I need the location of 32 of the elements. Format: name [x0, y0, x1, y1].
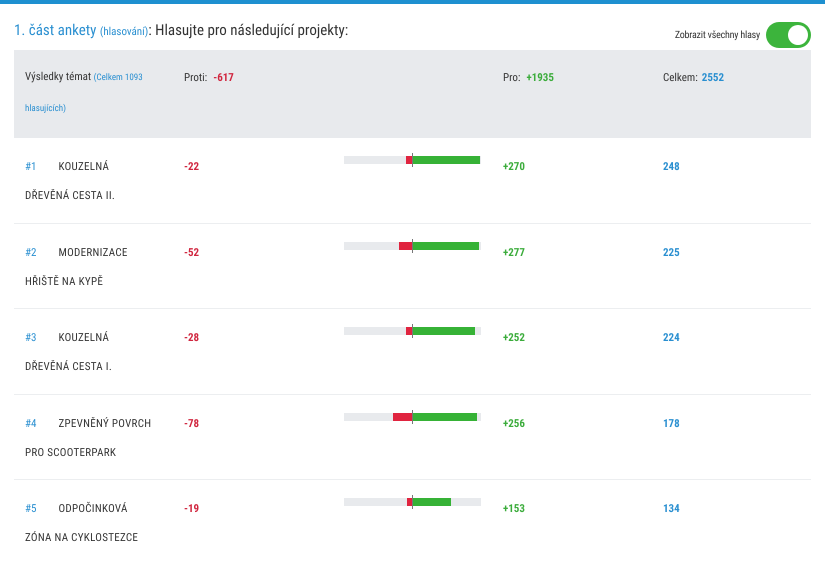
against-votes: -52: [184, 246, 200, 258]
against-votes: -19: [184, 502, 200, 515]
for-total: +1935: [526, 70, 554, 86]
project-title: #3 KOUZELNÁ DŘEVĚNÁ CESTA I.: [25, 330, 114, 375]
against-total: -617: [213, 70, 234, 86]
section-title: 1. část ankety: [14, 21, 96, 39]
against-votes: -28: [184, 331, 200, 344]
toggle-label: Zobrazit všechny hlasy: [674, 28, 760, 42]
against-votes: -22: [184, 160, 200, 173]
total-votes: 225: [663, 246, 680, 258]
project-title: #2 MODERNIZACE HŘIŠTĚ NA KYPĚ: [25, 244, 129, 290]
project-title: #5 ODPOČINKOVÁ ZÓNA NA CYKLOSTEZCE: [25, 500, 140, 546]
section-note: (hlasování): [100, 25, 148, 38]
against-votes: -78: [184, 416, 200, 430]
section-instruction: : Hlasujte pro následující projekty:: [148, 21, 348, 39]
total-votes: 224: [663, 331, 680, 344]
for-votes: +256: [503, 416, 525, 430]
summary-label: Výsledky témat (Celkem 1093 hlasujících): [25, 69, 144, 116]
for-votes: +153: [503, 502, 525, 515]
for-votes: +252: [503, 331, 525, 344]
total-votes: 2552: [702, 70, 724, 86]
total-votes: 178: [663, 416, 680, 430]
total-label: Celkem:: [663, 70, 698, 86]
total-votes: 248: [663, 160, 680, 173]
project-title: #1 KOUZELNÁ DŘEVĚNÁ CESTA II.: [25, 159, 116, 204]
for-label: Pro:: [503, 70, 520, 86]
total-votes: 134: [663, 502, 680, 515]
against-label: Proti:: [184, 70, 208, 86]
project-title: #4 ZPEVNĚNÝ POVRCH PRO SCOOTERPARK: [25, 416, 152, 460]
for-votes: +270: [503, 160, 525, 173]
for-votes: +277: [503, 246, 525, 258]
toggle-switch[interactable]: [766, 22, 811, 48]
